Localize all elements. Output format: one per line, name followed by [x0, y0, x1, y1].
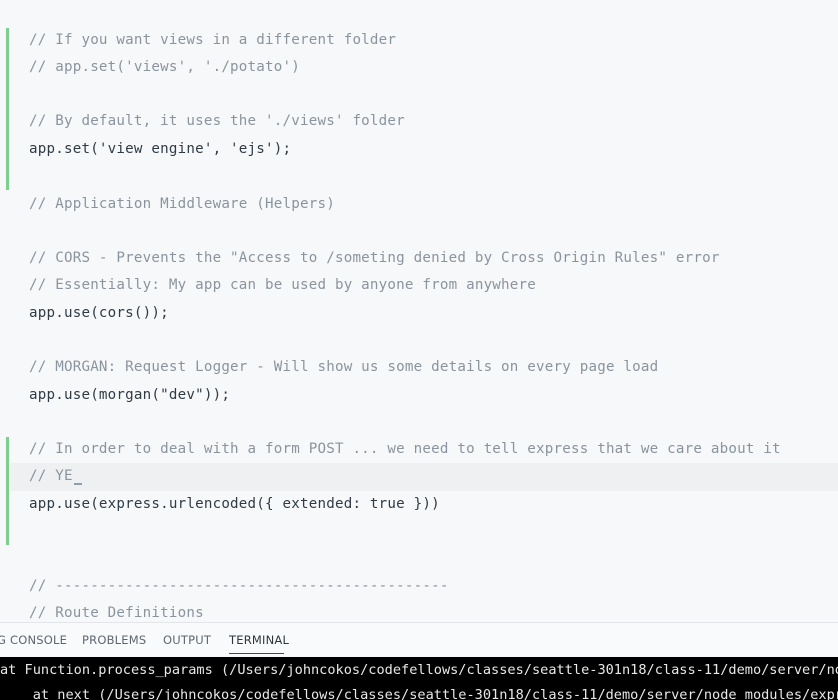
terminal-output[interactable]: at Function.process_params (/Users/johnc… — [0, 657, 838, 700]
text-cursor — [74, 483, 82, 485]
code-line[interactable]: // CORS - Prevents the "Access to /somet… — [29, 250, 720, 266]
code-line[interactable]: app.use(cors()); — [29, 305, 169, 321]
bottom-panel: G CONSOLE PROBLEMS OUTPUT TERMINAL at Fu… — [0, 622, 838, 700]
panel-tab-bar: G CONSOLE PROBLEMS OUTPUT TERMINAL — [0, 622, 838, 657]
code-line[interactable]: // Route Definitions — [29, 605, 204, 621]
git-change-bar — [6, 28, 9, 190]
code-line[interactable]: // -------------------------------------… — [29, 578, 449, 594]
code-line[interactable]: // In order to deal with a form POST ...… — [29, 441, 781, 457]
active-tab-indicator — [229, 653, 284, 654]
git-change-bar — [6, 437, 9, 545]
terminal-line: at Function.process_params (/Users/johnc… — [0, 662, 838, 678]
code-line[interactable]: // If you want views in a different fold… — [29, 32, 396, 48]
code-line[interactable]: app.use(express.urlencoded({ extended: t… — [29, 496, 440, 512]
code-line[interactable]: // Application Middleware (Helpers) — [29, 196, 335, 212]
code-line[interactable]: // app.set('views', './potato') — [29, 59, 300, 75]
tab-output[interactable]: OUTPUT — [163, 633, 211, 647]
code-line[interactable]: app.set('view engine', 'ejs'); — [29, 141, 291, 157]
code-line[interactable]: // YE — [29, 468, 73, 484]
code-line[interactable]: // MORGAN: Request Logger - Will show us… — [29, 359, 658, 375]
tab-problems[interactable]: PROBLEMS — [82, 633, 146, 647]
terminal-line: at next (/Users/johncokos/codefellows/cl… — [0, 687, 838, 700]
code-line[interactable]: // Essentially: My app can be used by an… — [29, 277, 536, 293]
tab-terminal[interactable]: TERMINAL — [229, 633, 289, 647]
code-line[interactable]: app.use(morgan("dev")); — [29, 387, 230, 403]
tab-debug-console[interactable]: G CONSOLE — [0, 633, 67, 647]
code-line[interactable]: // By default, it uses the './views' fol… — [29, 113, 405, 129]
current-line-highlight — [10, 463, 838, 491]
code-editor[interactable]: // If you want views in a different fold… — [0, 0, 838, 622]
